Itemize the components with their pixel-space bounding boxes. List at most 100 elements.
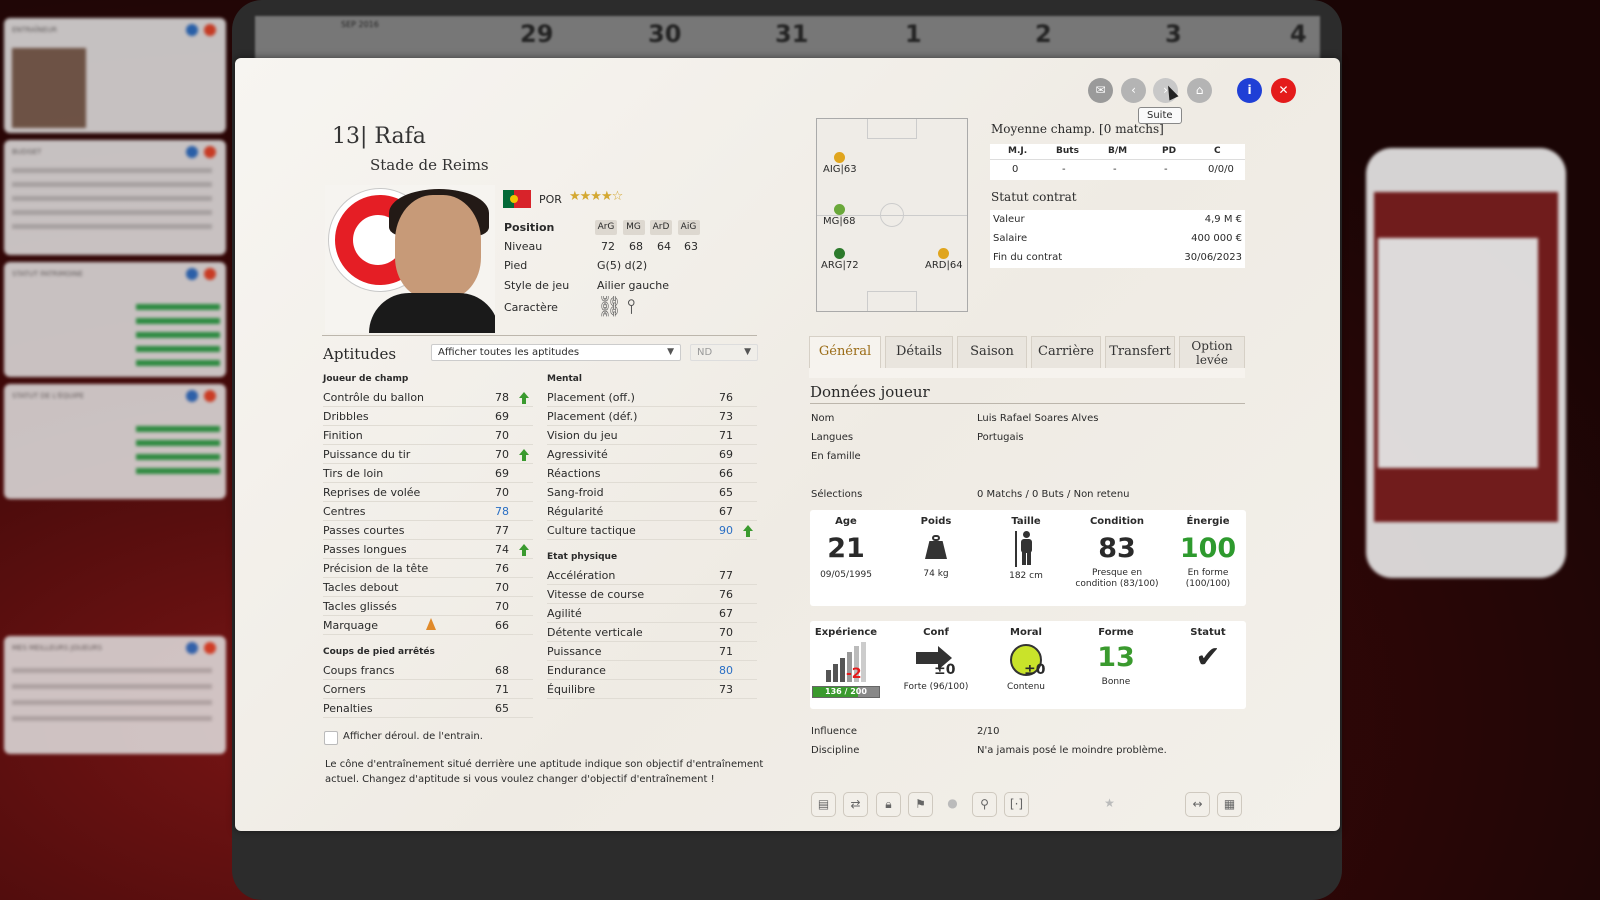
avg-header: Buts [1056, 146, 1079, 156]
skill-value: 76 [719, 588, 733, 601]
skill-label: Coups francs [323, 664, 395, 677]
experience-bar: 136 / 200 [812, 686, 880, 698]
skill-value: 70 [495, 600, 509, 613]
info-button[interactable]: i [1237, 78, 1262, 103]
training-icon[interactable]: ⚑ [908, 792, 933, 817]
skill-row: Penalties 65 [323, 699, 533, 718]
influence-value: 2/10 [977, 726, 1000, 737]
skill-value: 77 [495, 524, 509, 537]
moral-note: Contenu [1007, 682, 1045, 692]
skill-label: Centres [323, 505, 366, 518]
physical-header: Etat physique [547, 552, 618, 562]
experience-stat: Expérience -2 136 / 200 [810, 627, 882, 698]
position-dot [834, 248, 845, 259]
selections-label: Sélections [811, 489, 863, 500]
name-label: Nom [811, 413, 835, 424]
skill-value: 69 [495, 410, 509, 423]
height-stat: Taille 182 cm [990, 516, 1062, 581]
style-value: Ailier gauche [597, 279, 669, 292]
experience-delta: -2 [846, 666, 862, 682]
energy-value: 100 [1179, 533, 1237, 564]
skill-label: Tacles debout [323, 581, 399, 594]
skill-label: Placement (déf.) [547, 410, 638, 423]
aptitude-secondary-select[interactable]: ND [690, 344, 758, 361]
aptitude-filter-select[interactable]: Afficher toutes les aptitudes [431, 344, 681, 361]
mail-icon[interactable]: ✉ [1088, 78, 1113, 103]
form-stat: Forme 13 Bonne [1080, 627, 1152, 687]
energy-stat: Énergie 100 En forme (100/100) [1172, 516, 1244, 590]
skill-row: Vision du jeu 71 [547, 426, 757, 445]
contract-title: Statut contrat [991, 190, 1077, 204]
tab-general[interactable]: Général [809, 336, 881, 368]
player-dialog: ✉ ‹ › ⌂ i ✕ Suite 13| Rafa Stade de Reim… [235, 58, 1340, 831]
selections-value: 0 Matchs / 0 Buts / Non retenu [977, 489, 1130, 500]
position-icon[interactable]: ⚲ [972, 792, 997, 817]
position-tags: ArG MG ArD AiG [595, 219, 700, 235]
dob-value: 09/05/1995 [820, 570, 872, 580]
skill-row: Coups francs 68 [323, 661, 533, 680]
style-label: Style de jeu [504, 279, 570, 292]
skill-row: Centres 78 [323, 502, 533, 521]
chat-icon[interactable]: ● [940, 792, 965, 817]
energy-note: En forme (100/100) [1185, 568, 1231, 589]
influence-label: Influence [811, 726, 858, 737]
moral-icon: ±0 [1004, 642, 1048, 680]
skill-value: 71 [495, 683, 509, 696]
height-icon [1015, 531, 1037, 567]
position-dot [834, 152, 845, 163]
skill-value: 70 [719, 626, 733, 639]
contract-value: 4,9 M € [1204, 214, 1242, 225]
skill-row: Placement (déf.) 73 [547, 407, 757, 426]
energy-header: Énergie [1186, 516, 1230, 527]
level-value: 63 [684, 240, 698, 253]
background-panel-statut: STATUT PATRIMOINE [4, 262, 226, 377]
close-button[interactable]: ✕ [1271, 78, 1296, 103]
tab-transfer[interactable]: Transfert [1105, 336, 1175, 368]
tab-season[interactable]: Saison [957, 336, 1027, 368]
avg-value: - [1164, 164, 1168, 175]
training-checkbox[interactable] [324, 731, 338, 745]
aptitudes-title: Aptitudes [323, 345, 397, 363]
skill-label: Précision de la tête [323, 562, 429, 575]
skill-value: 71 [719, 645, 733, 658]
skill-row: Équilibre 73 [547, 680, 757, 699]
skill-value: 66 [495, 619, 509, 632]
physical-card: Age 21 09/05/1995 Poids 74 kg Taille 182… [810, 510, 1246, 606]
contract-value: 400 000 € [1191, 233, 1242, 244]
calendar-icon[interactable]: ▦ [1217, 792, 1242, 817]
compare-icon[interactable]: ↔ [1185, 792, 1210, 817]
skill-value: 80 [719, 664, 733, 677]
morale-card: Expérience -2 136 / 200 Conf ±0 Forte (9… [810, 621, 1246, 709]
skill-label: Reprises de volée [323, 486, 421, 499]
position-tag: ArD [650, 220, 672, 235]
skill-label: Penalties [323, 702, 373, 715]
weight-stat: Poids 74 kg [900, 516, 972, 579]
bracket-icon[interactable]: [·] [1004, 792, 1029, 817]
skill-value: 78 [495, 505, 509, 518]
position-dot-label: AIG|63 [823, 164, 857, 175]
divider [322, 335, 757, 336]
confidence-delta: ±0 [934, 662, 956, 678]
notes-icon[interactable]: ▤ [811, 792, 836, 817]
tab-details[interactable]: Détails [885, 336, 953, 368]
tab-career[interactable]: Carrière [1031, 336, 1101, 368]
skill-label: Vision du jeu [547, 429, 618, 442]
position-pitch: AIG|63 MG|68 ARG|72 ARD|64 [816, 118, 968, 312]
favorite-star-icon[interactable]: ★ [1097, 792, 1122, 817]
skill-value: 66 [719, 467, 733, 480]
lock-icon[interactable]: 🔒︎ [876, 792, 901, 817]
previous-button[interactable]: ‹ [1121, 78, 1146, 103]
tab-option[interactable]: Option levée [1179, 336, 1245, 368]
skill-value: 69 [495, 467, 509, 480]
scout-icon[interactable]: ⌂ [1187, 78, 1212, 103]
level-value: 64 [657, 240, 671, 253]
average-table: M.J. Buts B/M PD C 0 - - - 0/0/0 [990, 144, 1245, 180]
skill-label: Accélération [547, 569, 616, 582]
swap-icon[interactable]: ⇄ [843, 792, 868, 817]
age-value: 21 [827, 533, 865, 564]
condition-stat: Condition 83 Presque en condition (83/10… [1072, 516, 1162, 590]
avg-header: M.J. [1008, 146, 1028, 156]
weight-icon [925, 533, 947, 559]
skill-row: Sang-froid 65 [547, 483, 757, 502]
skill-value: 76 [495, 562, 509, 575]
